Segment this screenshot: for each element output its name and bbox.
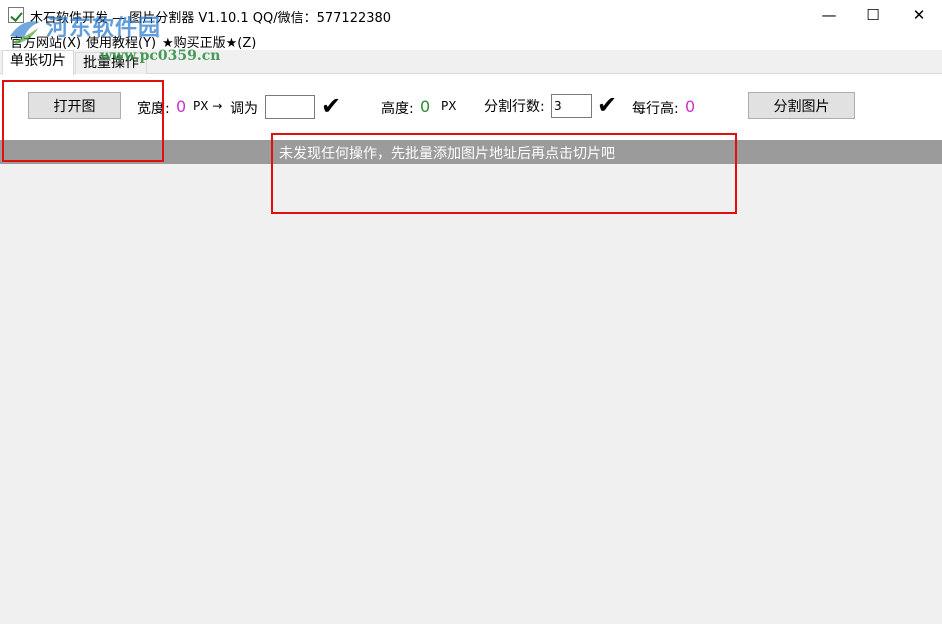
maximize-button[interactable]: ☐ (850, 0, 896, 30)
status-bar: 未发现任何操作，先批量添加图片地址后再点击切片吧 (0, 140, 942, 164)
menu-official-site[interactable]: 官方网站(X) (10, 32, 81, 51)
rows-label: 分割行数: (484, 99, 545, 115)
title-bar: 木石软件开发 — 图片分割器 V1.10.1 QQ/微信：577122380 —… (0, 0, 942, 30)
tab-batch[interactable]: 批量操作 (75, 52, 147, 74)
row-height-value: 0 (685, 97, 696, 116)
height-unit: PX (441, 99, 457, 113)
tab-strip: 单张切片 批量操作 (0, 50, 942, 75)
menu-tutorial[interactable]: 使用教程(Y) (86, 32, 156, 51)
menu-bar: 官方网站(X) 使用教程(Y) ★购买正版★(Z) (0, 30, 942, 51)
app-icon (8, 7, 24, 23)
resize-width-input[interactable] (265, 95, 315, 119)
confirm-resize-check-icon[interactable]: ✔ (321, 94, 341, 118)
work-area (0, 164, 942, 624)
width-label: 宽度: (137, 101, 170, 117)
status-message: 未发现任何操作，先批量添加图片地址后再点击切片吧 (279, 146, 615, 162)
window-title: 木石软件开发 — 图片分割器 V1.10.1 QQ/微信：577122380 (30, 11, 392, 26)
rows-input[interactable] (551, 94, 592, 118)
toolbar-panel: 打开图 宽度: 0 PX → 调为 ✔ 高度: 0 PX 分割行数: ✔ 每行高… (0, 74, 942, 140)
menu-buy[interactable]: ★购买正版★(Z) (162, 32, 256, 51)
resize-label: 调为 (230, 101, 258, 117)
width-value: 0 (176, 97, 187, 116)
height-value: 0 (420, 97, 431, 116)
tab-single-slice[interactable]: 单张切片 (2, 50, 74, 75)
height-label: 高度: (381, 101, 414, 117)
row-height-label: 每行高: (632, 101, 679, 117)
minimize-button[interactable]: — (806, 0, 852, 30)
split-image-button[interactable]: 分割图片 (748, 92, 855, 119)
width-unit: PX → (193, 99, 223, 113)
confirm-rows-check-icon[interactable]: ✔ (597, 93, 617, 117)
open-image-button[interactable]: 打开图 (28, 92, 121, 119)
close-button[interactable]: ✕ (896, 0, 942, 30)
